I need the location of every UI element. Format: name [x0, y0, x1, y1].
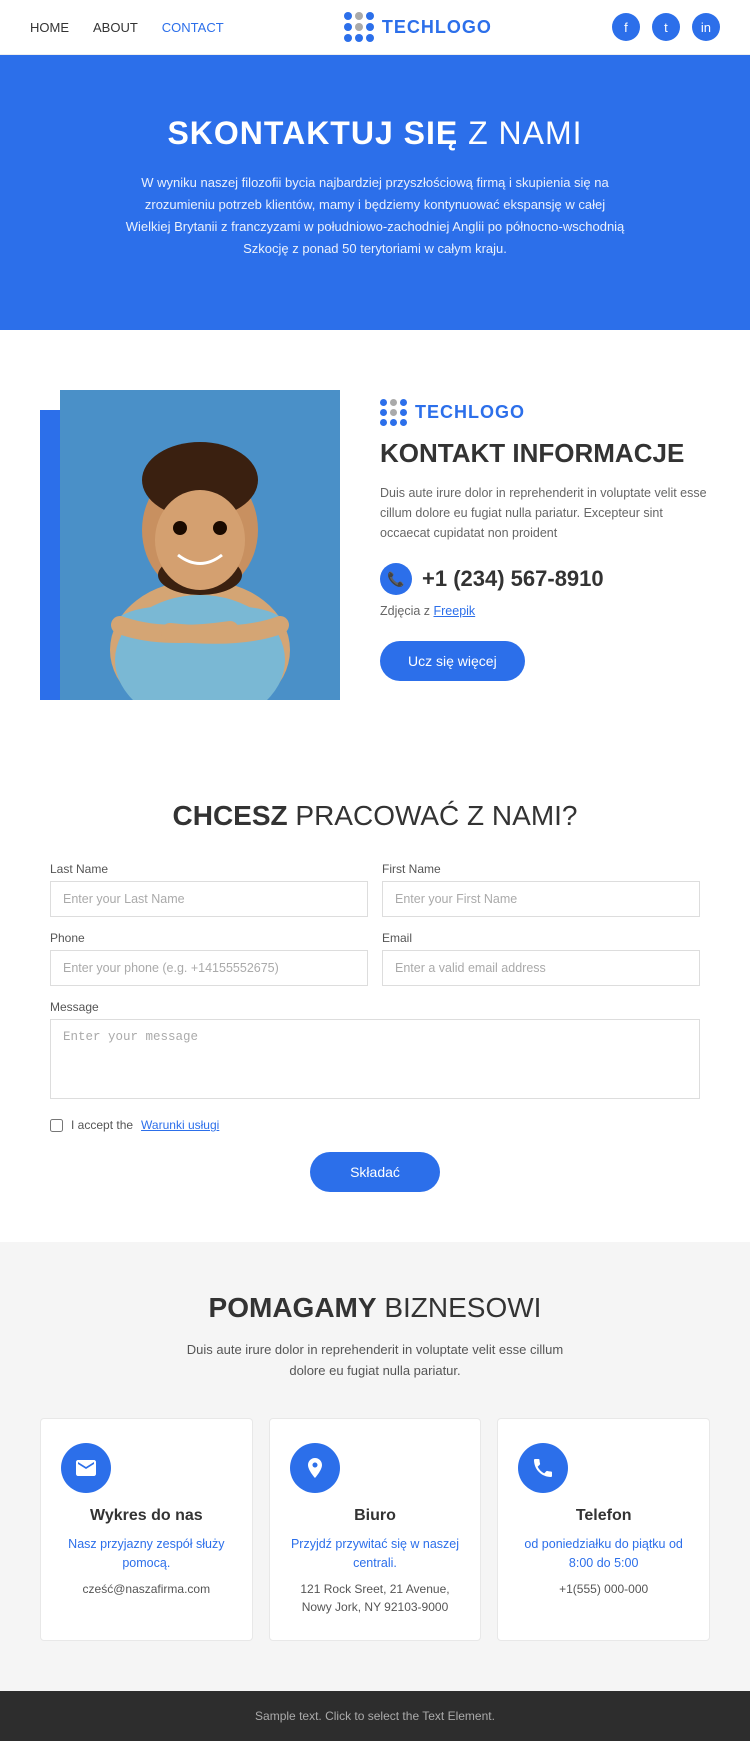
email-card-link: Nasz przyjazny zespół służy pomocą.	[61, 1535, 232, 1573]
nav-about[interactable]: ABOUT	[93, 20, 138, 35]
last-name-label: Last Name	[50, 862, 368, 876]
phone-card-title: Telefon	[518, 1507, 689, 1525]
email-label: Email	[382, 931, 700, 945]
footer-text: Sample text. Click to select the Text El…	[255, 1709, 495, 1723]
email-icon	[61, 1443, 111, 1493]
nav-logo: TECHLOGO	[344, 12, 492, 42]
form-grid: Last Name First Name Phone Email	[50, 862, 700, 986]
contact-form: Last Name First Name Phone Email Message…	[50, 862, 700, 1192]
last-name-input[interactable]	[50, 881, 368, 917]
message-label: Message	[50, 1000, 700, 1014]
first-name-input[interactable]	[382, 881, 700, 917]
help-subtitle: Duis aute irure dolor in reprehenderit i…	[185, 1340, 565, 1382]
help-title: POMAGAMY BIZNESOWI	[40, 1292, 710, 1324]
terms-link[interactable]: Warunki usługi	[141, 1118, 219, 1132]
learn-more-button[interactable]: Ucz się więcej	[380, 641, 525, 681]
form-section: CHCESZ PRACOWAĆ Z NAMI? Last Name First …	[0, 750, 750, 1242]
help-card-email: Wykres do nas Nasz przyjazny zespół służ…	[40, 1418, 253, 1642]
email-card-detail: cześć@naszafirma.com	[61, 1580, 232, 1598]
nav-contact[interactable]: CONTACT	[162, 20, 224, 35]
nav-home[interactable]: HOME	[30, 20, 69, 35]
submit-button[interactable]: Składać	[310, 1152, 440, 1192]
email-input[interactable]	[382, 950, 700, 986]
contact-info-title: KONTAKT INFORMACJE	[380, 438, 710, 469]
message-textarea[interactable]	[50, 1019, 700, 1099]
contact-logo-text: TECHLOGO	[415, 402, 525, 423]
help-card-phone: Telefon od poniedziałku do piątku od 8:0…	[497, 1418, 710, 1642]
email-group: Email	[382, 931, 700, 986]
first-name-group: First Name	[382, 862, 700, 917]
phone-card-link: od poniedziałku do piątku od 8:00 do 5:0…	[518, 1535, 689, 1573]
location-card-link: Przyjdź przywitać się w naszej centrali.	[290, 1535, 461, 1573]
phone-row: 📞 +1 (234) 567-8910	[380, 563, 710, 595]
social-icons: f t in	[612, 13, 720, 41]
footer: Sample text. Click to select the Text El…	[0, 1691, 750, 1741]
twitter-icon[interactable]: t	[652, 13, 680, 41]
person-photo	[60, 390, 340, 700]
photo-credit: Zdjęcia z Freepik	[380, 601, 710, 621]
facebook-icon[interactable]: f	[612, 13, 640, 41]
first-name-label: First Name	[382, 862, 700, 876]
help-cards: Wykres do nas Nasz przyjazny zespół służ…	[40, 1418, 710, 1642]
hero-title: SKONTAKTUJ SIĘ Z NAMI	[80, 115, 670, 152]
instagram-icon[interactable]: in	[692, 13, 720, 41]
phone-icon: 📞	[380, 563, 412, 595]
contact-logo: TECHLOGO	[380, 399, 710, 426]
phone-card-icon	[518, 1443, 568, 1493]
location-icon	[290, 1443, 340, 1493]
email-card-title: Wykres do nas	[61, 1507, 232, 1525]
last-name-group: Last Name	[50, 862, 368, 917]
terms-row: I accept the Warunki usługi	[50, 1118, 700, 1132]
help-card-location: Biuro Przyjdź przywitać się w naszej cen…	[269, 1418, 482, 1642]
phone-card-detail: +1(555) 000-000	[518, 1580, 689, 1598]
hero-section: SKONTAKTUJ SIĘ Z NAMI W wyniku naszej fi…	[0, 55, 750, 330]
phone-label: Phone	[50, 931, 368, 945]
phone-group: Phone	[50, 931, 368, 986]
phone-number: +1 (234) 567-8910	[422, 566, 604, 592]
message-group: Message	[50, 1000, 700, 1104]
location-card-title: Biuro	[290, 1507, 461, 1525]
phone-input[interactable]	[50, 950, 368, 986]
navbar: HOME ABOUT CONTACT TECHLOGO f t in	[0, 0, 750, 55]
freepik-link[interactable]: Freepik	[434, 604, 476, 618]
help-section: POMAGAMY BIZNESOWI Duis aute irure dolor…	[0, 1242, 750, 1691]
contact-info-description: Duis aute irure dolor in reprehenderit i…	[380, 483, 710, 543]
contact-photo-wrap	[40, 380, 340, 700]
hero-description: W wyniku naszej filozofii bycia najbardz…	[125, 172, 625, 260]
form-title: CHCESZ PRACOWAĆ Z NAMI?	[50, 800, 700, 832]
nav-links: HOME ABOUT CONTACT	[30, 20, 224, 35]
contact-logo-dots-icon	[380, 399, 407, 426]
contact-info-content: TECHLOGO KONTAKT INFORMACJE Duis aute ir…	[380, 399, 710, 681]
logo-text: TECHLOGO	[382, 17, 492, 38]
terms-checkbox[interactable]	[50, 1119, 63, 1132]
contact-info-section: TECHLOGO KONTAKT INFORMACJE Duis aute ir…	[0, 330, 750, 750]
logo-dots-icon	[344, 12, 374, 42]
location-card-detail: 121 Rock Sreet, 21 Avenue,Nowy Jork, NY …	[290, 1580, 461, 1616]
